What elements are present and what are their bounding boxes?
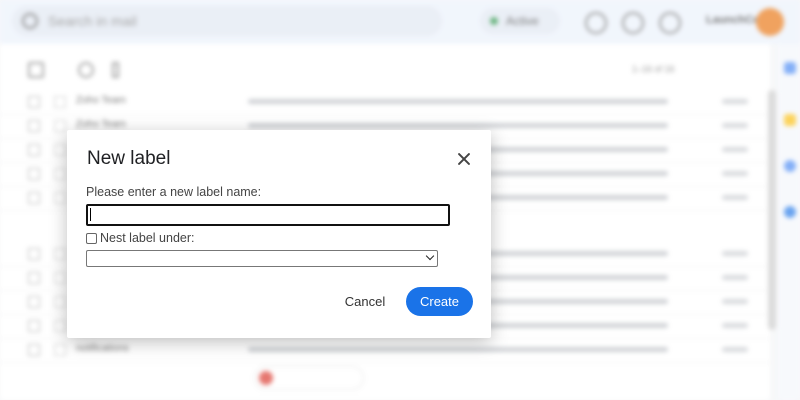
new-label-dialog: New label Please enter a new label name:… <box>67 130 491 338</box>
parent-label-select[interactable] <box>86 250 438 267</box>
create-button[interactable]: Create <box>406 287 473 316</box>
text-cursor <box>90 208 91 221</box>
nest-label-text: Nest label under: <box>100 231 195 245</box>
label-name-input[interactable] <box>86 204 450 226</box>
dialog-title: New label <box>87 148 171 169</box>
chevron-down-icon <box>425 251 435 261</box>
label-name-prompt: Please enter a new label name: <box>86 185 262 199</box>
nest-label-checkbox[interactable] <box>86 233 97 244</box>
cancel-button[interactable]: Cancel <box>335 287 395 315</box>
close-icon[interactable] <box>452 147 476 171</box>
